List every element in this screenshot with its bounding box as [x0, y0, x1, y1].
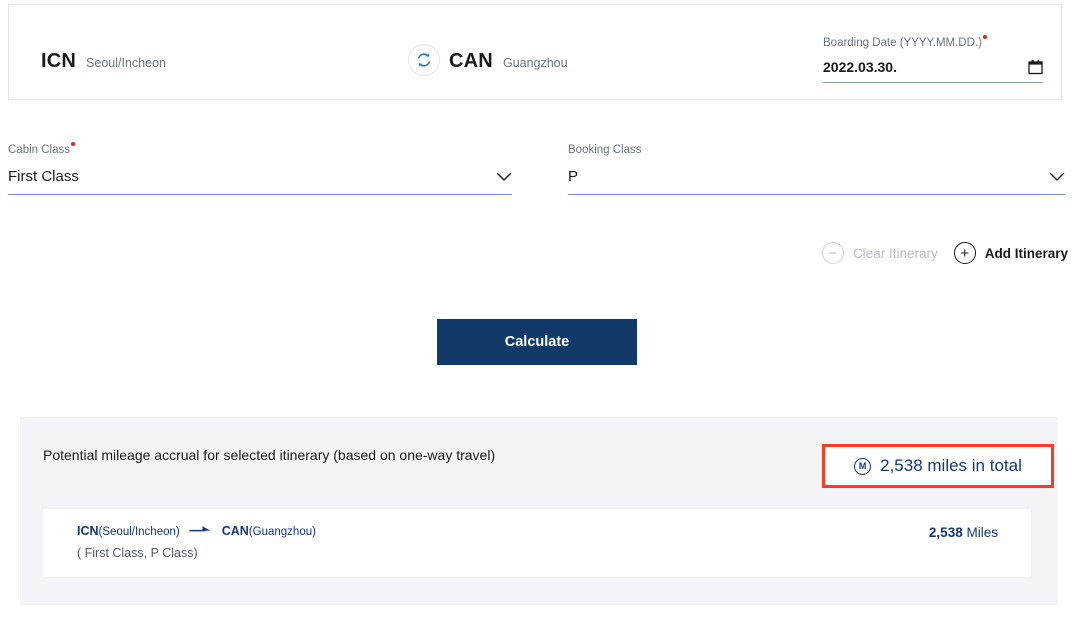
result-headline: Potential mileage accrual for selected i… — [43, 447, 496, 463]
chevron-down-icon[interactable] — [1049, 172, 1065, 182]
chevron-down-icon[interactable] — [496, 172, 512, 182]
boarding-date-input[interactable] — [823, 59, 983, 75]
segment-miles: 2,538 Miles — [929, 525, 998, 540]
segment-destination: CAN(Guangzhou) — [222, 522, 316, 540]
boarding-date-row[interactable] — [823, 59, 1043, 83]
segment-destination-city: (Guangzhou) — [248, 526, 316, 538]
segment-route: ICN(Seoul/Incheon) CAN(Guangzhou) — [77, 522, 316, 540]
add-itinerary-label: Add Itinerary — [984, 245, 1068, 261]
segment-miles-unit: Miles — [966, 525, 998, 540]
segment-card: ICN(Seoul/Incheon) CAN(Guangzhou) ( Firs… — [43, 509, 1031, 577]
plus-circle-icon: + — [953, 242, 976, 264]
cabin-class-label: Cabin Class — [8, 142, 75, 156]
segment-details: ICN(Seoul/Incheon) CAN(Guangzhou) ( Firs… — [77, 522, 316, 560]
destination-airport-city: Guangzhou — [502, 56, 568, 70]
booking-class-value: P — [568, 168, 579, 185]
clear-itinerary-label: Clear Itinerary — [852, 245, 938, 261]
minus-circle-icon: − — [821, 242, 844, 264]
itinerary-actions: − Clear Itinerary + Add Itinerary — [821, 242, 1068, 264]
cabin-class-select[interactable]: First Class — [8, 168, 512, 195]
booking-class-label: Booking Class — [568, 144, 642, 156]
segment-origin-city: (Seoul/Incheon) — [98, 526, 180, 538]
calendar-icon[interactable] — [1028, 59, 1043, 75]
segment-miles-value: 2,538 — [928, 525, 963, 540]
origin-airport-code: ICN — [41, 50, 77, 72]
destination-airport[interactable]: CAN Guangzhou — [449, 50, 568, 73]
total-miles-text: 2,538 miles in total — [880, 456, 1022, 475]
segment-destination-code: CAN — [221, 524, 249, 538]
swap-refresh-icon[interactable] — [408, 44, 440, 76]
required-dot-icon — [982, 35, 987, 39]
origin-airport-city: Seoul/Incheon — [86, 56, 166, 70]
miles-badge-icon: M — [854, 457, 872, 475]
mileage-result-panel: Potential mileage accrual for selected i… — [20, 417, 1058, 605]
segment-origin: ICN(Seoul/Incheon) — [77, 522, 180, 540]
booking-class-field: Booking Class P — [568, 140, 1065, 195]
segment-classes: ( First Class, P Class) — [77, 546, 198, 560]
clear-itinerary-button[interactable]: − Clear Itinerary — [821, 242, 938, 264]
total-miles-highlight-box: M 2,538 miles in total — [822, 444, 1054, 488]
itinerary-route-card: ICN Seoul/Incheon CAN Guangzhou Boarding… — [8, 4, 1062, 100]
cabin-class-value: First Class — [8, 168, 79, 185]
boarding-date-label: Boarding Date (YYYY.MM.DD.) — [823, 35, 987, 49]
chevron-down-glyph — [1049, 172, 1065, 181]
calculate-button[interactable]: Calculate — [437, 319, 637, 365]
booking-class-select[interactable]: P — [568, 168, 1065, 195]
swap-arrows-glyph — [418, 53, 430, 67]
flight-arrow-icon — [188, 522, 213, 540]
flight-arrow-glyph — [188, 526, 211, 532]
calendar-glyph — [1028, 59, 1043, 75]
origin-airport[interactable]: ICN Seoul/Incheon — [41, 50, 166, 73]
cabin-class-field: Cabin Class First Class — [8, 140, 512, 195]
boarding-date-field: Boarding Date (YYYY.MM.DD.) — [823, 33, 1043, 83]
add-itinerary-button[interactable]: + Add Itinerary — [953, 242, 1068, 264]
chevron-down-glyph — [496, 172, 512, 181]
destination-airport-code: CAN — [449, 50, 493, 72]
segment-origin-code: ICN — [77, 524, 99, 538]
required-dot-icon — [71, 142, 75, 146]
